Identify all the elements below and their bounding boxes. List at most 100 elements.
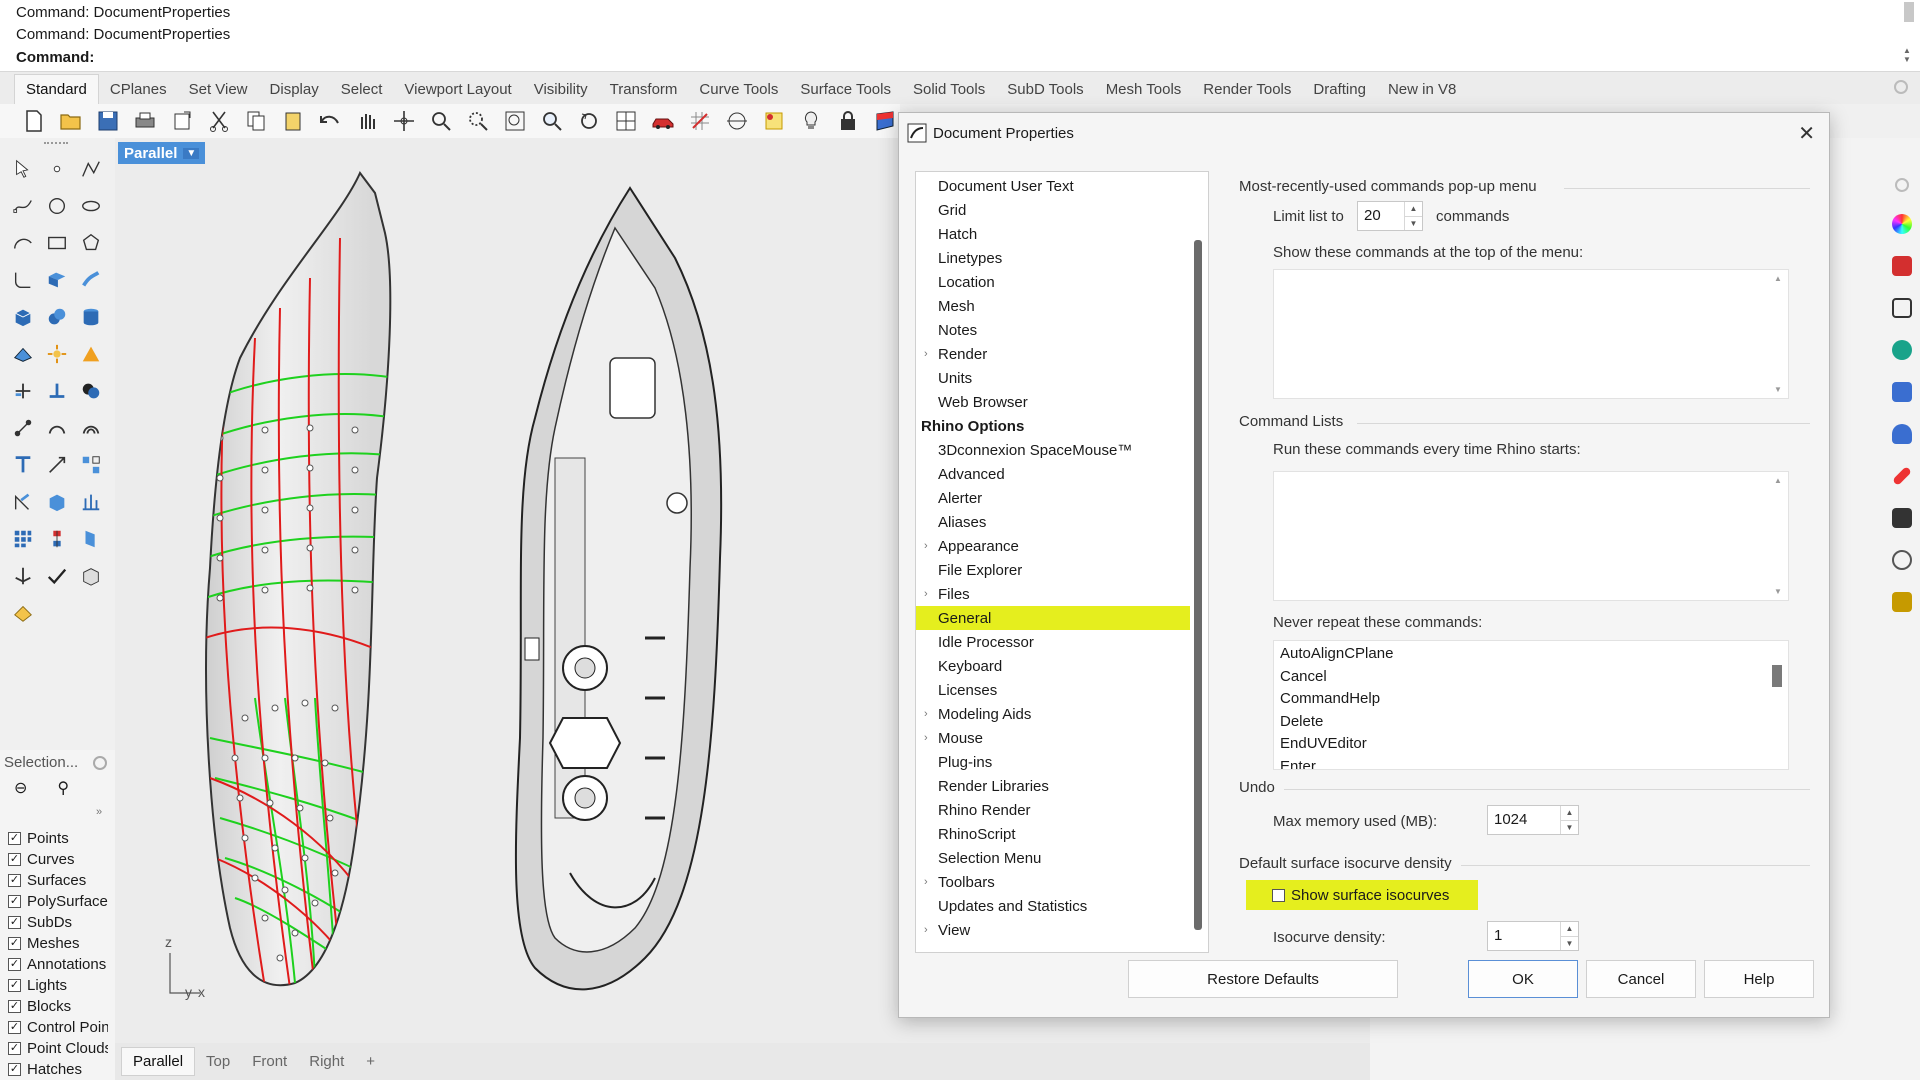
dimension-icon[interactable] bbox=[6, 483, 40, 520]
zoom-window-icon[interactable] bbox=[462, 107, 493, 135]
tree-item[interactable]: Advanced bbox=[916, 462, 1190, 486]
viewport-tab-front[interactable]: Front bbox=[241, 1048, 298, 1075]
chevron-up-icon[interactable]: ▲ bbox=[1561, 806, 1578, 821]
tree-item[interactable]: RhinoScript bbox=[916, 822, 1190, 846]
chevron-up-icon[interactable]: ▲ bbox=[1561, 922, 1578, 937]
osnap-icon[interactable] bbox=[721, 107, 752, 135]
tree-item[interactable]: › Mouse bbox=[916, 726, 1190, 750]
tab-new-in-v8[interactable]: New in V8 bbox=[1377, 81, 1467, 104]
tree-item[interactable]: Keyboard bbox=[916, 654, 1190, 678]
flow-icon[interactable] bbox=[74, 520, 108, 557]
gumball-move-icon[interactable] bbox=[6, 557, 40, 594]
print-icon[interactable] bbox=[129, 107, 160, 135]
zoom-icon[interactable] bbox=[425, 107, 456, 135]
checkbox-icon[interactable]: ✓ bbox=[8, 874, 21, 887]
chevron-up-icon[interactable]: ▲ bbox=[1405, 202, 1422, 217]
tree-item[interactable]: Licenses bbox=[916, 678, 1190, 702]
filter-item[interactable]: ✓ Point Clouds bbox=[8, 1038, 108, 1059]
tab-display[interactable]: Display bbox=[259, 81, 330, 104]
chevron-right-icon[interactable]: › bbox=[924, 708, 928, 720]
add-viewport-icon[interactable]: + bbox=[355, 1048, 386, 1075]
chevron-down-icon[interactable]: ▼ bbox=[1405, 217, 1422, 231]
chevron-right-icon[interactable]: › bbox=[924, 732, 928, 744]
polyline-icon[interactable] bbox=[74, 150, 108, 187]
tree-item[interactable]: Grid bbox=[916, 198, 1190, 222]
split-icon[interactable] bbox=[40, 372, 74, 409]
textarea-scrollbar[interactable]: ▲ ▼ bbox=[1772, 472, 1784, 600]
tab-standard[interactable]: Standard bbox=[14, 74, 99, 104]
tree-item[interactable]: Notes bbox=[916, 318, 1190, 342]
tab-select[interactable]: Select bbox=[330, 81, 394, 104]
chevron-right-icon[interactable]: › bbox=[924, 588, 928, 600]
contour-icon[interactable] bbox=[74, 483, 108, 520]
offset-icon[interactable] bbox=[74, 409, 108, 446]
filter-item[interactable]: ✓ Blocks bbox=[8, 996, 108, 1017]
viewport-tab-parallel[interactable]: Parallel bbox=[121, 1047, 196, 1076]
filter-item[interactable]: ✓ Lights bbox=[8, 975, 108, 996]
help-button[interactable]: Help bbox=[1704, 960, 1814, 998]
render-icon[interactable] bbox=[6, 594, 40, 631]
tree-item[interactable]: Document User Text bbox=[916, 174, 1190, 198]
dialog-title-bar[interactable]: Document Properties bbox=[907, 121, 1074, 145]
boolean-split-icon[interactable] bbox=[74, 335, 108, 372]
gear-icon[interactable] bbox=[1894, 80, 1908, 94]
tree-scrollbar[interactable] bbox=[1194, 240, 1202, 930]
tree-item[interactable]: Plug-ins bbox=[916, 750, 1190, 774]
tab-viewport-layout[interactable]: Viewport Layout bbox=[393, 81, 522, 104]
tree-item[interactable]: › Modeling Aids bbox=[916, 702, 1190, 726]
list-item[interactable]: CommandHelp bbox=[1280, 690, 1380, 707]
mesh-icon[interactable] bbox=[6, 335, 40, 372]
chevron-right-icon[interactable]: › bbox=[924, 876, 928, 888]
textarea-scrollbar[interactable]: ▲ ▼ bbox=[1772, 270, 1784, 398]
show-isocurves-checkbox[interactable]: Show surface isocurves bbox=[1246, 880, 1478, 910]
filter-item[interactable]: ✓ Control Points bbox=[8, 1017, 108, 1038]
command-scroll-buttons[interactable]: ▲ ▼ bbox=[1900, 46, 1914, 68]
library-icon[interactable] bbox=[1892, 592, 1912, 612]
four-viewports-icon[interactable] bbox=[610, 107, 641, 135]
box-icon[interactable] bbox=[6, 298, 40, 335]
copy-icon[interactable] bbox=[240, 107, 271, 135]
checkbox-icon[interactable]: ✓ bbox=[8, 1063, 21, 1076]
material-icon[interactable] bbox=[1892, 256, 1912, 276]
tab-curve-tools[interactable]: Curve Tools bbox=[688, 81, 789, 104]
environment-icon[interactable] bbox=[1892, 340, 1912, 360]
pan-icon[interactable] bbox=[351, 107, 382, 135]
filter-icon[interactable]: ⚲ bbox=[57, 778, 69, 798]
tree-item[interactable]: › Files bbox=[916, 582, 1190, 606]
list-item[interactable]: Enter bbox=[1280, 758, 1316, 770]
curve-icon[interactable] bbox=[6, 187, 40, 224]
ellipse-icon[interactable] bbox=[74, 187, 108, 224]
tree-item[interactable]: Location bbox=[916, 270, 1190, 294]
gumball-icon[interactable] bbox=[758, 107, 789, 135]
chevron-right-icon[interactable]: › bbox=[924, 348, 928, 360]
tab-mesh-tools[interactable]: Mesh Tools bbox=[1095, 81, 1193, 104]
sphere-icon[interactable] bbox=[40, 298, 74, 335]
list-item[interactable]: AutoAlignCPlane bbox=[1280, 645, 1393, 662]
isocurve-density-value[interactable]: 1 bbox=[1488, 922, 1560, 950]
command-prompt[interactable]: Command: bbox=[16, 49, 94, 66]
check-icon[interactable] bbox=[40, 557, 74, 594]
viewport-tab-top[interactable]: Top bbox=[195, 1048, 241, 1075]
checkbox-icon[interactable]: ✓ bbox=[8, 979, 21, 992]
rotate-view-icon[interactable] bbox=[388, 107, 419, 135]
tab-visibility[interactable]: Visibility bbox=[523, 81, 599, 104]
color-wheel-icon[interactable] bbox=[1892, 214, 1912, 234]
zoom-extents-icon[interactable] bbox=[499, 107, 530, 135]
top-commands-field[interactable]: ▲ ▼ bbox=[1273, 269, 1789, 399]
join-icon[interactable] bbox=[6, 409, 40, 446]
cancel-button[interactable]: Cancel bbox=[1586, 960, 1696, 998]
never-repeat-list[interactable]: AutoAlignCPlane Cancel CommandHelp Delete En… bbox=[1273, 640, 1789, 770]
light-icon[interactable] bbox=[795, 107, 826, 135]
filter-item[interactable]: ✓ SubDs bbox=[8, 912, 108, 933]
notifications-icon[interactable] bbox=[1892, 424, 1912, 444]
checkbox-icon[interactable]: ✓ bbox=[8, 1042, 21, 1055]
open-folder-icon[interactable] bbox=[55, 107, 86, 135]
zoom-selected-icon[interactable] bbox=[536, 107, 567, 135]
tab-drafting[interactable]: Drafting bbox=[1302, 81, 1377, 104]
surface-icon[interactable] bbox=[40, 261, 74, 298]
startup-commands-field[interactable]: ▲ ▼ bbox=[1273, 471, 1789, 601]
export-icon[interactable] bbox=[166, 107, 197, 135]
fillet-icon[interactable] bbox=[6, 261, 40, 298]
checkbox-icon[interactable]: ✓ bbox=[8, 1021, 21, 1034]
scale-icon[interactable] bbox=[40, 446, 74, 483]
